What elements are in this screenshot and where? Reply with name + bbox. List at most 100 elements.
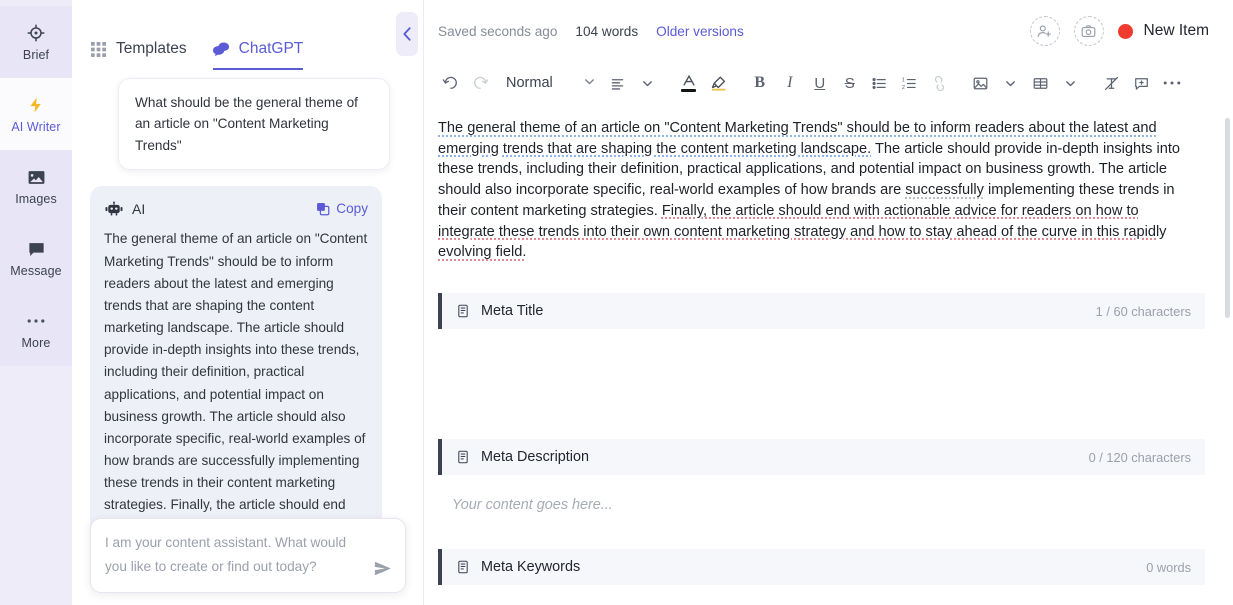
ai-author: AI <box>104 199 145 218</box>
svg-text:2: 2 <box>902 84 905 90</box>
meta-keywords-header: Meta Keywords 0 words <box>438 549 1205 586</box>
document-header: Saved seconds ago 104 words Older versio… <box>424 0 1233 62</box>
new-item-button[interactable]: New Item <box>1117 22 1209 40</box>
undo-icon <box>442 75 459 92</box>
copy-button[interactable]: Copy <box>316 201 368 216</box>
italic-button[interactable]: I <box>776 69 804 97</box>
highlight-button[interactable] <box>705 69 733 97</box>
align-left-icon <box>609 75 626 92</box>
chat-input[interactable] <box>105 531 365 575</box>
grid-icon <box>90 41 107 58</box>
rail-item-brief[interactable]: Brief <box>0 6 72 78</box>
add-person-icon <box>1036 23 1053 40</box>
word-count: 104 words <box>575 23 639 39</box>
chevron-down-icon <box>1004 77 1017 90</box>
ellipsis-icon <box>1163 80 1181 86</box>
document-icon <box>456 560 471 575</box>
copy-label: Copy <box>336 201 368 217</box>
add-image-button[interactable] <box>1073 16 1104 46</box>
target-icon <box>25 22 47 44</box>
editor-main: Saved seconds ago 104 words Older versio… <box>424 0 1233 605</box>
add-comment-button[interactable] <box>1128 69 1156 97</box>
text-style-dropdown[interactable]: Normal <box>506 75 596 92</box>
align-dropdown-button[interactable] <box>634 69 662 97</box>
rail-label-images: Images <box>15 192 57 207</box>
document-status-group: Saved seconds ago 104 words Older versio… <box>438 24 744 39</box>
chat-composer[interactable] <box>90 518 406 593</box>
chat-bubble-icon <box>25 238 47 260</box>
document-scrollbar[interactable] <box>1225 118 1230 318</box>
chevron-left-icon <box>401 26 413 42</box>
app-root: Brief AI Writer Images Message More Temp… <box>0 0 1233 605</box>
meta-description-header: Meta Description 0 / 120 characters <box>438 439 1205 476</box>
copy-icon <box>316 202 330 216</box>
more-options-button[interactable] <box>1158 69 1186 97</box>
rail-label-more: More <box>21 336 51 351</box>
link-icon <box>931 75 948 92</box>
redo-icon <box>472 75 489 92</box>
meta-title-counter: 1 / 60 characters <box>1095 303 1191 319</box>
tab-templates[interactable]: Templates <box>90 40 187 70</box>
document-body[interactable]: The general theme of an article on "Cont… <box>424 104 1219 279</box>
insert-image-dropdown[interactable] <box>997 69 1025 97</box>
chevron-down-icon <box>641 77 654 90</box>
insert-table-dropdown[interactable] <box>1057 69 1085 97</box>
doc-segment-2: successfully <box>905 182 984 199</box>
bullet-list-button[interactable] <box>866 69 894 97</box>
text-style-value: Normal <box>506 75 553 91</box>
clear-formatting-button[interactable] <box>1098 69 1126 97</box>
strikethrough-button[interactable]: S <box>836 69 864 97</box>
document-icon <box>456 304 471 319</box>
text-color-button[interactable] <box>675 69 703 97</box>
collapse-panel-button[interactable] <box>396 12 418 56</box>
new-item-label: New Item <box>1143 22 1209 39</box>
svg-text:1: 1 <box>902 77 905 83</box>
bolt-icon <box>25 94 47 116</box>
insert-table-button[interactable] <box>1027 69 1055 97</box>
insert-image-button[interactable] <box>967 69 995 97</box>
numbered-list-button[interactable]: 1 2 <box>896 69 924 97</box>
text-color-a-icon <box>681 74 697 93</box>
left-rail: Brief AI Writer Images Message More <box>0 0 72 605</box>
link-button[interactable] <box>926 69 954 97</box>
meta-title-label: Meta Title <box>481 303 544 320</box>
ai-author-name: AI <box>132 200 146 217</box>
clear-formatting-icon <box>1103 75 1120 92</box>
bold-button[interactable]: B <box>746 69 774 97</box>
bullet-list-icon <box>871 75 888 92</box>
tab-chatgpt[interactable]: ChatGPT <box>212 40 304 70</box>
saved-status: Saved seconds ago <box>438 23 558 39</box>
align-button[interactable] <box>604 69 632 97</box>
ai-message-header: AI Copy <box>104 199 368 218</box>
document-scroll-area[interactable]: The general theme of an article on "Cont… <box>424 104 1233 605</box>
rail-label-ai-writer: AI Writer <box>11 120 61 135</box>
undo-button[interactable] <box>436 69 464 97</box>
robot-icon <box>104 199 123 218</box>
rail-item-more[interactable]: More <box>0 294 72 366</box>
chat-message-ai: AI Copy The general theme of an article … <box>90 186 382 573</box>
chat-tab-bar: Templates ChatGPT <box>72 0 423 70</box>
chat-dual-bubble-icon <box>212 41 230 58</box>
meta-title-input[interactable] <box>424 329 1219 425</box>
text-color-swatch <box>681 88 697 93</box>
numbered-list-icon: 1 2 <box>901 75 918 92</box>
chevron-down-icon <box>583 75 596 92</box>
redo-button[interactable] <box>466 69 494 97</box>
rail-item-message[interactable]: Message <box>0 222 72 294</box>
underline-button[interactable]: U <box>806 69 834 97</box>
status-dot <box>1117 23 1133 39</box>
meta-description-input[interactable]: Your content goes here... <box>424 475 1219 535</box>
send-paper-plane-icon[interactable] <box>373 559 393 579</box>
meta-description-label: Meta Description <box>481 449 589 466</box>
insert-table-icon <box>1032 75 1049 92</box>
rail-item-ai-writer[interactable]: AI Writer <box>0 78 72 150</box>
chat-composer-area <box>72 518 424 605</box>
add-image-icon <box>1080 23 1097 40</box>
document-icon <box>456 450 471 465</box>
meta-keywords-counter: 0 words <box>1146 559 1191 575</box>
rail-item-images[interactable]: Images <box>0 150 72 222</box>
add-person-button[interactable] <box>1029 16 1060 46</box>
older-versions-link[interactable]: Older versions <box>656 24 744 39</box>
editor-toolbar: Normal B I U S 1 2 <box>424 62 1233 104</box>
tab-label-chatgpt: ChatGPT <box>238 40 304 57</box>
